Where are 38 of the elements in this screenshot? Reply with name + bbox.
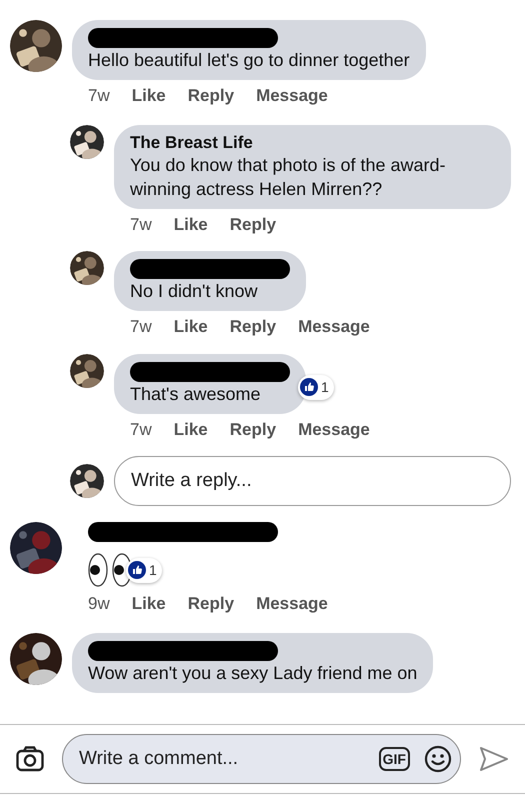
comment-time: 7w (130, 316, 152, 338)
comment-time: 7w (88, 85, 110, 107)
comment-action-link[interactable]: Like (174, 212, 208, 237)
comment-action-link[interactable]: Reply (188, 83, 234, 108)
like-reaction-badge[interactable]: 1 (298, 374, 334, 400)
comment-action-link[interactable]: Like (132, 591, 166, 616)
comment-action-link[interactable]: Like (174, 314, 208, 340)
camera-icon[interactable] (16, 746, 44, 772)
comment-action-link[interactable]: Reply (230, 212, 276, 237)
comment-input-field[interactable]: Write a comment... GIF (62, 734, 461, 784)
send-icon[interactable] (479, 746, 509, 772)
comment-action-link[interactable]: Reply (188, 591, 234, 616)
author-name[interactable]: The Breast Life (130, 132, 253, 152)
comment-action-link[interactable]: Like (132, 83, 166, 108)
reaction-count: 1 (149, 560, 157, 580)
comment-text: No I didn't know (130, 280, 258, 303)
gif-button[interactable]: GIF (378, 747, 410, 771)
comment-text: That's awesome (130, 382, 260, 406)
smiley-icon[interactable] (424, 745, 452, 773)
comment-text: Hello beautiful let's go to dinner together (88, 49, 410, 72)
comment-action-link[interactable]: Reply (230, 314, 276, 340)
comment-time: 7w (130, 214, 152, 236)
thumbs-up-icon (128, 561, 146, 579)
reaction-count: 1 (321, 378, 329, 396)
comment-time: 7w (130, 418, 152, 440)
comment-action-link[interactable]: Message (256, 83, 328, 108)
thumbs-up-icon (300, 378, 318, 396)
like-reaction-badge[interactable]: 1 (126, 558, 162, 582)
comment-action-link[interactable]: Reply (230, 416, 276, 442)
comment-action-link[interactable]: Message (298, 314, 370, 340)
comment-action-link[interactable]: Message (256, 591, 328, 616)
comment-action-link[interactable]: Like (174, 416, 208, 442)
comment-text: Wow aren't you a sexy Lady friend me on (88, 662, 418, 684)
comment-text: You do know that photo is of the award-winning actress Helen Mirren?? (130, 154, 447, 200)
comment-time: 9w (88, 593, 110, 615)
eyes-emoji-icon (88, 552, 132, 588)
comment-action-link[interactable]: Message (298, 416, 370, 442)
reply-input-field[interactable]: Write a reply... (114, 456, 511, 506)
